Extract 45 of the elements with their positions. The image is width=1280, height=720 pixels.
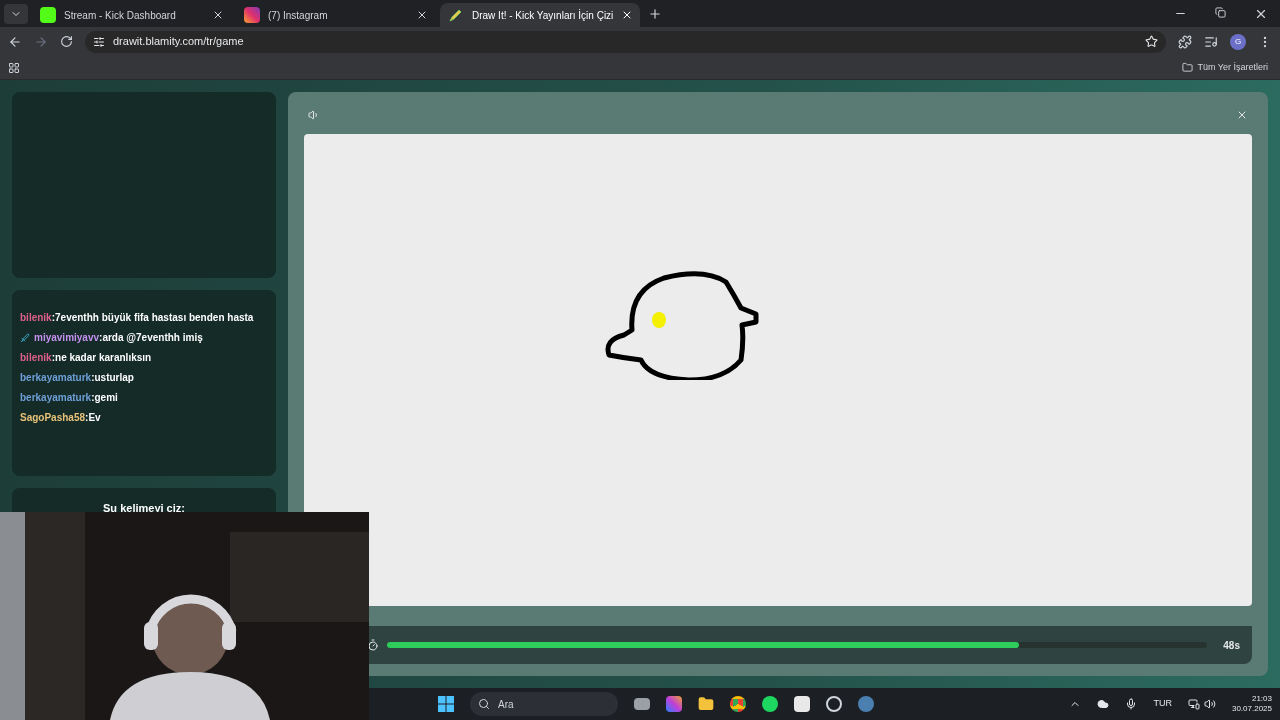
volume-icon[interactable] bbox=[1203, 698, 1216, 710]
chat-message: SagoPasha58:Ev bbox=[20, 411, 102, 425]
chat-message: bilenik:ne kadar karanlıksın bbox=[20, 351, 153, 365]
clock-time: 21:03 bbox=[1251, 694, 1272, 704]
chat-message: berkayamaturk:usturlap bbox=[20, 371, 135, 385]
chat-message: berkayamaturk:gemi bbox=[20, 391, 119, 405]
new-tab-icon[interactable] bbox=[648, 6, 662, 21]
pencil-icon bbox=[448, 7, 464, 23]
browser-tab[interactable]: (7) Instagram bbox=[236, 3, 436, 27]
address-bar[interactable]: drawit.blamity.com/tr/game bbox=[85, 30, 1166, 53]
browser-tab[interactable]: Stream - Kick Dashboard bbox=[32, 3, 232, 27]
language-indicator[interactable]: TUR bbox=[1153, 697, 1172, 711]
url-text: drawit.blamity.com/tr/game bbox=[113, 34, 244, 50]
restore-icon[interactable] bbox=[1215, 6, 1226, 18]
media-control-icon[interactable] bbox=[1204, 34, 1218, 49]
bookmark-star-icon[interactable] bbox=[1145, 35, 1158, 48]
tab-title: Stream - Kick Dashboard bbox=[64, 8, 177, 23]
network-icon[interactable] bbox=[1187, 698, 1200, 710]
all-bookmarks-button[interactable]: Tüm Yer İşaretleri bbox=[1182, 60, 1272, 75]
extensions-icon[interactable] bbox=[1178, 34, 1192, 49]
chat-message: bilenik:7eventhh büyük fifa hastası benden hasta bbox=[20, 311, 255, 325]
tab-title: Draw It! - Kick Yayınları İçin Çizi bbox=[472, 8, 614, 23]
folder-icon bbox=[1182, 62, 1194, 73]
close-tab-icon[interactable] bbox=[212, 9, 224, 21]
close-icon[interactable] bbox=[1236, 109, 1248, 121]
tab-search-button[interactable] bbox=[4, 3, 28, 24]
forward-icon[interactable] bbox=[34, 34, 48, 49]
sound-icon[interactable] bbox=[308, 109, 320, 121]
back-icon[interactable] bbox=[8, 34, 22, 49]
tab-title: (7) Instagram bbox=[268, 8, 329, 23]
apps-icon[interactable] bbox=[8, 61, 20, 74]
start-icon[interactable] bbox=[438, 696, 454, 712]
close-tab-icon[interactable] bbox=[416, 9, 428, 21]
reload-icon[interactable] bbox=[60, 35, 73, 48]
chat-message: miyavimiyavv:arda @7eventhh imiş bbox=[20, 330, 268, 345]
clock-date: 30.07.2025 bbox=[1231, 704, 1272, 714]
timer-icon bbox=[367, 639, 379, 651]
site-settings-icon[interactable] bbox=[93, 35, 105, 48]
timer-reading: 48s bbox=[1223, 638, 1240, 653]
microphone-icon[interactable] bbox=[1125, 698, 1138, 710]
browser-tab[interactable]: Draw It! - Kick Yayınları İçin Çizi bbox=[440, 3, 640, 27]
search-icon bbox=[478, 698, 490, 710]
profile-avatar[interactable]: G bbox=[1230, 33, 1246, 50]
taskbar-search-field[interactable]: Ara bbox=[470, 692, 618, 716]
file-explorer-icon[interactable] bbox=[698, 696, 714, 712]
